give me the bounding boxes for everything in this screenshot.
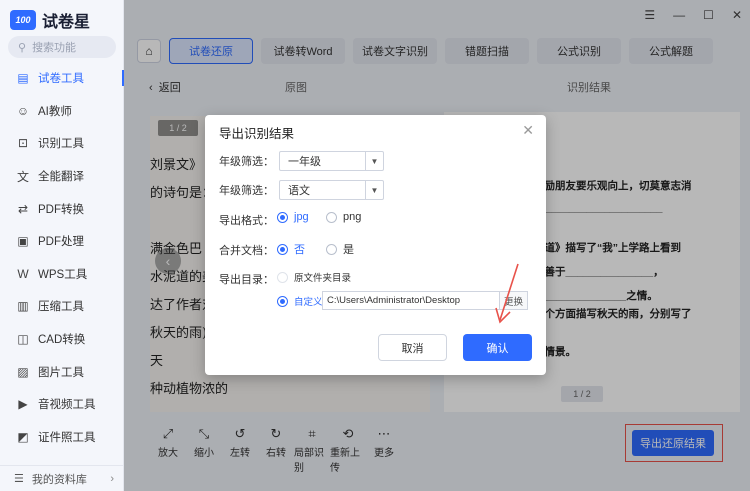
scan-icon: ⊡ <box>17 136 29 151</box>
dir-radio-custom[interactable]: 自定义 <box>277 294 323 308</box>
dir-radio-source[interactable]: 原文件夹目录 <box>277 270 351 284</box>
radio-dot <box>326 211 337 223</box>
app-logo: 100 <box>10 10 36 30</box>
pdf-convert-icon: ⇄ <box>17 201 29 216</box>
chevron-down-icon: ▼ <box>365 152 383 170</box>
sidebar-item-label: PDF转换 <box>38 203 84 216</box>
export-dialog: 导出识别结果 ✕ 年级筛选： 一年级 ▼ 年级筛选： 语文 ▼ 导出格式： jp… <box>205 115 546 375</box>
radio-dot <box>326 243 337 255</box>
dialog-title: 导出识别结果 <box>219 127 295 141</box>
sidebar-item-label: 图片工具 <box>38 366 84 379</box>
radio-dot <box>277 243 288 255</box>
sidebar-item-9[interactable]: ▨ 图片工具 <box>0 355 124 388</box>
grade-value: 一年级 <box>288 156 321 168</box>
format-radio-png[interactable]: png <box>326 211 361 223</box>
dir-option-custom: 自定义 <box>294 297 323 308</box>
brand: 100 试卷星 <box>10 8 90 32</box>
grade-select[interactable]: 一年级 ▼ <box>279 151 384 171</box>
id-photo-icon: ◩ <box>17 429 29 444</box>
pdf-process-icon: ▣ <box>17 234 29 249</box>
my-library-button[interactable]: ☰ 我的资料库 › <box>0 465 124 491</box>
grade-label: 年级筛选： <box>219 156 274 168</box>
dir-option-source: 原文件夹目录 <box>294 273 352 284</box>
sidebar-item-6[interactable]: W WPS工具 <box>0 258 124 291</box>
cancel-button[interactable]: 取消 <box>378 334 447 361</box>
sidebar-nav: ▤ 试卷工具 ☺ AI教师 ⊡ 识别工具文全能翻译 ⇄ PDF转换 ▣ PDF处理 W WPS工具 ▥ 压… <box>0 62 124 453</box>
merge-option-yes: 是 <box>343 244 354 256</box>
sidebar-item-label: 证件照工具 <box>38 431 96 444</box>
search-icon: ⚲ <box>18 41 27 54</box>
sidebar-item-2[interactable]: ⊡ 识别工具 <box>0 127 124 160</box>
sidebar-item-11[interactable]: ◩ 证件照工具 <box>0 421 124 454</box>
sidebar-item-label: 识别工具 <box>38 138 84 151</box>
sidebar-item-label: WPS工具 <box>38 268 88 281</box>
translate-icon: 文 <box>16 169 29 184</box>
sidebar-item-label: AI教师 <box>38 105 72 118</box>
radio-dot <box>277 295 288 307</box>
merge-option-no: 否 <box>294 244 305 256</box>
chevron-down-icon: ▼ <box>365 181 383 199</box>
format-label: 导出格式： <box>219 215 274 227</box>
sidebar-item-3[interactable]: 文全能翻译 <box>0 160 124 193</box>
wps-icon: W <box>17 266 29 281</box>
merge-label: 合并文档： <box>219 245 274 257</box>
sidebar-item-1[interactable]: ☺ AI教师 <box>0 95 124 128</box>
format-option-png: png <box>343 211 362 223</box>
search-placeholder: 搜索功能 <box>32 42 77 54</box>
format-option-jpg: jpg <box>294 211 309 223</box>
sidebar-item-8[interactable]: ◫ CAD转换 <box>0 323 124 356</box>
subject-label: 年级筛选： <box>219 185 274 197</box>
subject-select[interactable]: 语文 ▼ <box>279 180 384 200</box>
sidebar-item-label: 音视频工具 <box>38 399 96 412</box>
video-icon: ▶ <box>18 397 28 412</box>
sidebar-item-5[interactable]: ▣ PDF处理 <box>0 225 124 258</box>
image-icon: ▨ <box>17 364 29 379</box>
sidebar-item-0[interactable]: ▤ 试卷工具 <box>0 62 124 95</box>
sidebar-item-4[interactable]: ⇄ PDF转换 <box>0 192 124 225</box>
search-input[interactable]: ⚲ 搜索功能 <box>8 36 116 58</box>
compress-icon: ▥ <box>17 299 29 314</box>
app-title: 试卷星 <box>42 14 91 31</box>
close-icon[interactable]: ✕ <box>522 122 534 139</box>
format-radio-jpg[interactable]: jpg <box>277 211 309 223</box>
confirm-button[interactable]: 确认 <box>463 334 532 361</box>
sidebar-item-10[interactable]: ▶ 音视频工具 <box>0 388 124 421</box>
ai-icon: ☺ <box>16 103 30 118</box>
subject-value: 语文 <box>288 185 310 197</box>
sidebar-item-7[interactable]: ▥ 压缩工具 <box>0 290 124 323</box>
directory-path-input[interactable]: C:\Users\Administrator\Desktop <box>322 291 500 310</box>
sidebar-item-label: 全能翻译 <box>38 171 84 184</box>
sidebar-item-label: 试卷工具 <box>38 73 84 86</box>
merge-radio-yes[interactable]: 是 <box>326 241 354 257</box>
radio-dot <box>277 211 288 223</box>
radio-dot <box>277 271 288 283</box>
sidebar-item-label: PDF处理 <box>38 236 84 249</box>
test-icon: ▤ <box>17 71 29 86</box>
directory-label: 导出目录： <box>219 274 274 286</box>
sidebar-item-label: CAD转换 <box>38 334 86 347</box>
library-label: 我的资料库 <box>31 473 87 486</box>
sidebar-item-label: 压缩工具 <box>38 301 84 314</box>
cad-icon: ◫ <box>17 332 29 347</box>
merge-radio-no[interactable]: 否 <box>277 241 305 257</box>
sidebar: 100 试卷星 ⚲ 搜索功能 ▤ 试卷工具 ☺ AI教师 ⊡ 识别工具文全能翻译 ⇄ PDF转… <box>0 0 124 491</box>
library-icon: ☰ <box>14 473 24 485</box>
annotation-arrow-icon <box>495 263 519 324</box>
chevron-right-icon: › <box>110 472 114 485</box>
